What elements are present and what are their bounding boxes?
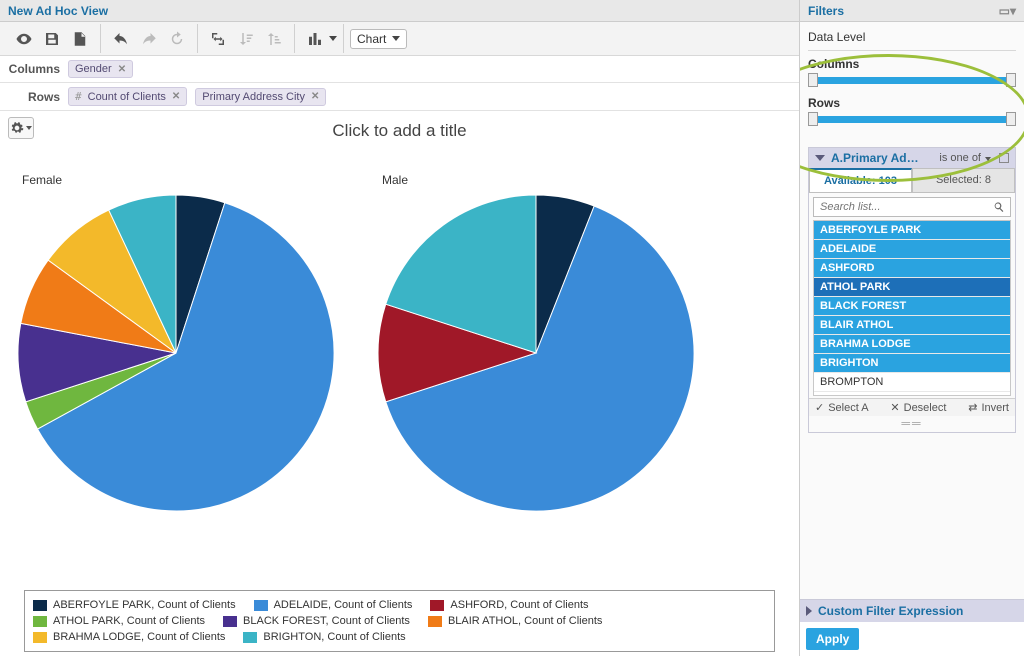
- invert-selection-button[interactable]: ⇄ Invert: [968, 401, 1009, 414]
- field-chip[interactable]: Primary Address City✕: [195, 88, 326, 106]
- field-chip[interactable]: Gender✕: [68, 60, 133, 78]
- chart-canvas: Click to add a title Female Male ABERFOYL…: [0, 111, 799, 656]
- filter-value-item[interactable]: ATHOL PARK: [814, 278, 1010, 297]
- chip-remove-icon[interactable]: ✕: [118, 64, 126, 75]
- canvas-options-button[interactable]: [8, 117, 34, 139]
- tab-available[interactable]: Available: 103: [809, 168, 912, 192]
- dl-rows-label: Rows: [808, 96, 1016, 110]
- legend-item: ATHOL PARK, Count of Clients: [33, 613, 205, 629]
- chip-remove-icon[interactable]: ✕: [311, 91, 319, 102]
- filter-settings-icon[interactable]: [999, 153, 1009, 163]
- filter-collapse-icon[interactable]: [815, 155, 825, 161]
- slider-handle-left[interactable]: [808, 112, 818, 126]
- slider-handle-left[interactable]: [808, 73, 818, 87]
- custom-filter-expression-header[interactable]: Custom Filter Expression: [800, 599, 1024, 622]
- filter-value-item[interactable]: ASHFORD: [814, 259, 1010, 278]
- chart-title-placeholder[interactable]: Click to add a title: [12, 121, 787, 141]
- legend-item: BLACK FOREST, Count of Clients: [223, 613, 410, 629]
- chart-type-icon[interactable]: [303, 26, 327, 52]
- deselect-all-button[interactable]: ✕ Deselect: [890, 401, 946, 414]
- filter-value-item[interactable]: BRIGHTON: [814, 354, 1010, 373]
- columns-level-slider[interactable]: [810, 77, 1014, 84]
- rows-shelf-label: Rows: [6, 90, 68, 104]
- legend-item: ADELAIDE, Count of Clients: [254, 597, 413, 613]
- select-all-button[interactable]: ✓ Select A: [815, 401, 869, 414]
- chip-remove-icon[interactable]: ✕: [172, 91, 180, 102]
- chart-type-caret-icon[interactable]: [329, 36, 337, 41]
- rows-shelf[interactable]: Rows #Count of Clients✕ Primary Address C…: [0, 83, 799, 111]
- save-icon[interactable]: [40, 26, 64, 52]
- columns-shelf-label: Columns: [6, 62, 68, 76]
- filter-value-item[interactable]: BRAHMA LODGE: [814, 335, 1010, 354]
- facet-title: Male: [382, 173, 696, 187]
- pivot-icon[interactable]: [206, 26, 230, 52]
- legend-item: BLAIR ATHOL, Count of Clients: [428, 613, 602, 629]
- pie-chart: [376, 193, 696, 516]
- search-icon[interactable]: [992, 200, 1006, 214]
- apply-button[interactable]: Apply: [806, 628, 859, 650]
- legend-item: ABERFOYLE PARK, Count of Clients: [33, 597, 236, 613]
- data-level-label: Data Level: [808, 26, 1016, 51]
- filter-value-item[interactable]: ADELAIDE: [814, 240, 1010, 259]
- filter-search-input[interactable]: [818, 200, 992, 214]
- filter-value-item[interactable]: BROMPTON: [814, 373, 1010, 392]
- filter-value-list[interactable]: ABERFOYLE PARKADELAIDEASHFORDATHOL PARKB…: [813, 220, 1011, 396]
- filters-panel-menu-icon[interactable]: ▭▾: [999, 0, 1016, 22]
- legend-item: BRAHMA LODGE, Count of Clients: [33, 629, 225, 645]
- sort-desc-icon: [262, 26, 286, 52]
- legend-item: ASHFORD, Count of Clients: [430, 597, 588, 613]
- filter-value-item[interactable]: BROOKLYN PARK: [814, 392, 1010, 396]
- reset-icon: [165, 26, 189, 52]
- preview-icon[interactable]: [12, 26, 36, 52]
- resize-grip[interactable]: ══: [809, 416, 1015, 432]
- tab-selected[interactable]: Selected: 8: [912, 168, 1015, 192]
- redo-icon: [137, 26, 161, 52]
- filters-panel-title: Filters: [808, 0, 844, 22]
- caret-right-icon: [806, 606, 812, 616]
- filter-value-item[interactable]: BLACK FOREST: [814, 297, 1010, 316]
- sort-asc-icon: [234, 26, 258, 52]
- columns-shelf[interactable]: Columns Gender✕: [0, 56, 799, 83]
- legend: ABERFOYLE PARK, Count of Clients ADELAIDE…: [24, 590, 775, 652]
- export-icon[interactable]: [68, 26, 92, 52]
- toolbar: Chart: [0, 22, 799, 56]
- display-mode-select[interactable]: Chart: [350, 29, 407, 49]
- filter-operator-select[interactable]: is one of: [939, 152, 991, 164]
- facet-title: Female: [22, 173, 336, 187]
- filter-block-primary-address: A.Primary Addres… is one of Available: 1…: [808, 147, 1016, 433]
- dl-columns-label: Columns: [808, 57, 1016, 71]
- slider-handle-right[interactable]: [1006, 112, 1016, 126]
- page-title: New Ad Hoc View: [0, 0, 799, 22]
- filter-value-item[interactable]: BLAIR ATHOL: [814, 316, 1010, 335]
- undo-icon[interactable]: [109, 26, 133, 52]
- legend-item: BRIGHTON, Count of Clients: [243, 629, 405, 645]
- filter-field-name: A.Primary Addres…: [831, 151, 923, 165]
- slider-handle-right[interactable]: [1006, 73, 1016, 87]
- field-chip[interactable]: #Count of Clients✕: [68, 87, 187, 106]
- filter-value-item[interactable]: ABERFOYLE PARK: [814, 221, 1010, 240]
- pie-chart: [16, 193, 336, 516]
- rows-level-slider[interactable]: [810, 116, 1014, 123]
